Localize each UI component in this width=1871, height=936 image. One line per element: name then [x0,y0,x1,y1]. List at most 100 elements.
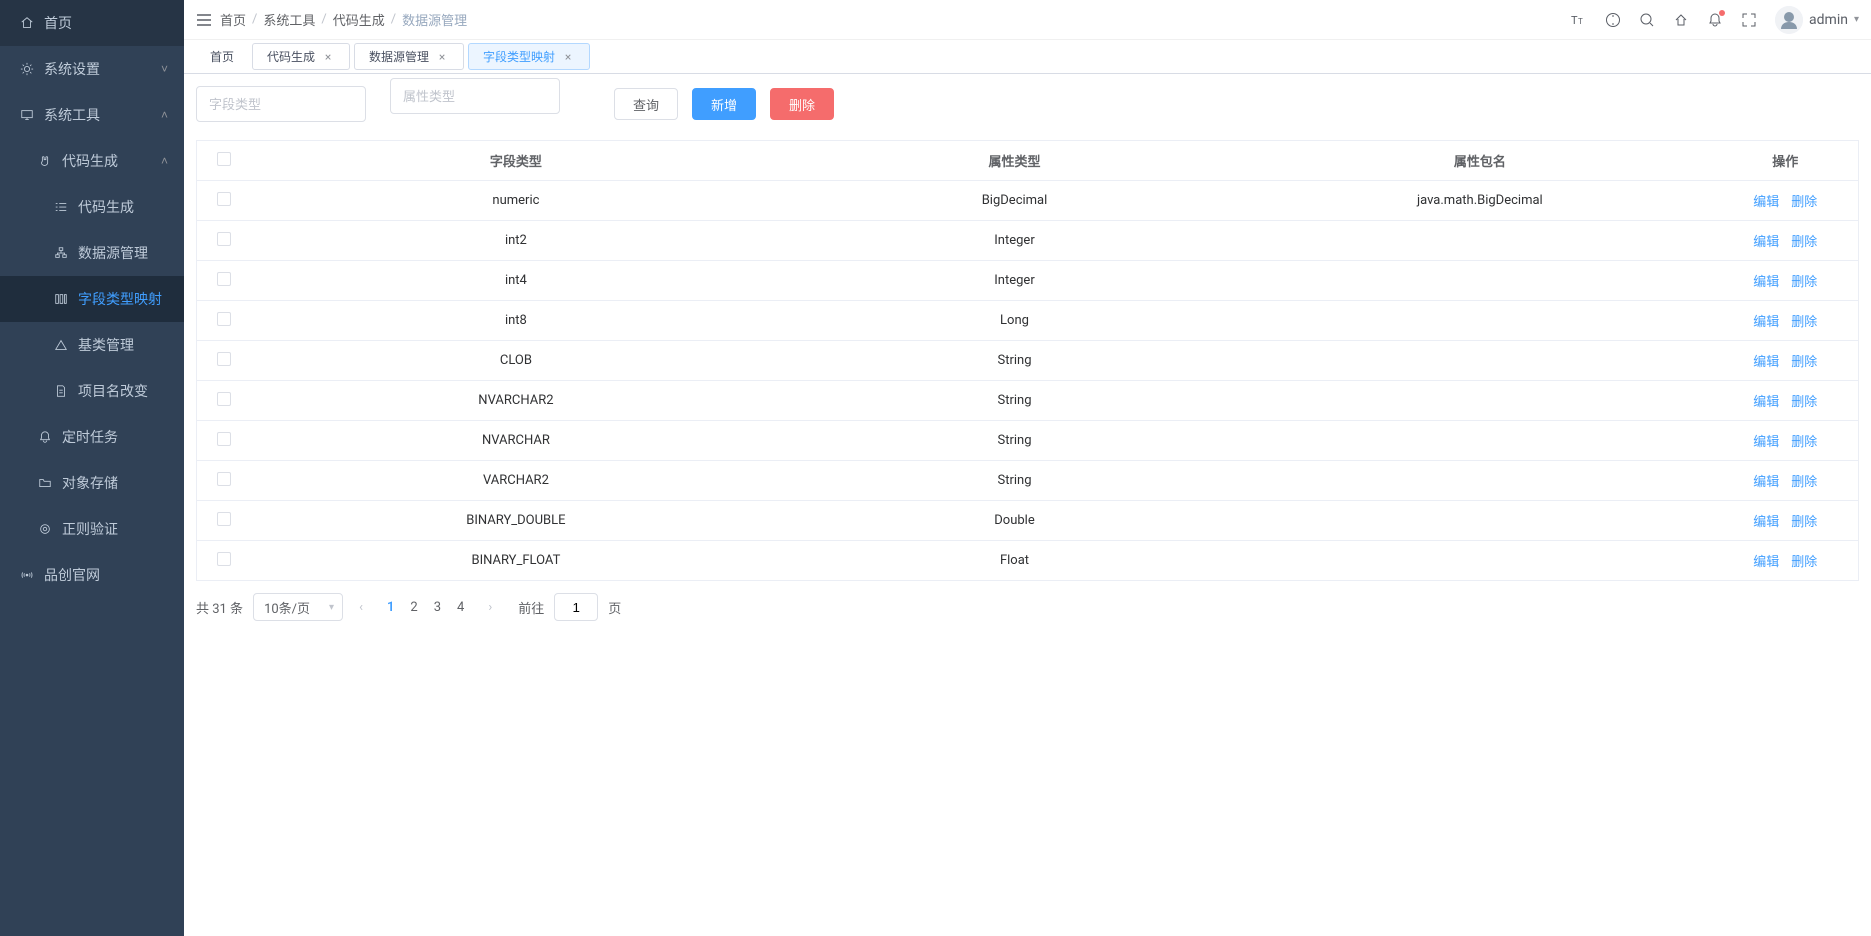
cell-attr: BigDecimal [782,181,1247,221]
row-checkbox[interactable] [217,272,231,286]
chevron-up-icon: ˄ [161,108,168,122]
house-icon[interactable] [1673,12,1689,28]
broadcast-icon [20,568,34,582]
row-checkbox[interactable] [217,312,231,326]
attr-type-input[interactable] [390,78,560,114]
row-checkbox[interactable] [217,192,231,206]
sidebar-item-8[interactable]: 项目名改变 [0,368,184,414]
delete-link[interactable]: 删除 [1791,275,1817,290]
sidebar-item-9[interactable]: 定时任务 [0,414,184,460]
sidebar-item-7[interactable]: 基类管理 [0,322,184,368]
sidebar-item-11[interactable]: 正则验证 [0,506,184,552]
delete-link[interactable]: 删除 [1791,235,1817,250]
sidebar-item-10[interactable]: 对象存储 [0,460,184,506]
sidebar-item-0[interactable]: 首页 [0,0,184,46]
col-action: 操作 [1713,141,1859,181]
delete-link[interactable]: 删除 [1791,395,1817,410]
cell-pkg [1247,541,1712,581]
page-number[interactable]: 3 [426,600,449,615]
prev-page[interactable]: ‹ [353,600,369,615]
sidebar-item-label: 定时任务 [62,427,118,447]
cell-pkg [1247,261,1712,301]
row-checkbox[interactable] [217,352,231,366]
sidebar-item-3[interactable]: 代码生成˄ [0,138,184,184]
page-number[interactable]: 2 [402,600,425,615]
row-checkbox[interactable] [217,392,231,406]
edit-link[interactable]: 编辑 [1753,355,1779,370]
sidebar-item-label: 代码生成 [78,197,134,217]
edit-link[interactable]: 编辑 [1753,555,1779,570]
fullscreen-icon[interactable] [1741,12,1757,28]
edit-link[interactable]: 编辑 [1753,275,1779,290]
breadcrumb-item: 数据源管理 [402,10,467,29]
home-icon [20,16,34,30]
sidebar-item-1[interactable]: 系统设置˅ [0,46,184,92]
table-row: numericBigDecimaljava.math.BigDecimal编辑删… [197,181,1859,221]
row-checkbox[interactable] [217,232,231,246]
delete-link[interactable]: 删除 [1791,435,1817,450]
compass-icon[interactable] [1605,12,1621,28]
page-size-select[interactable]: 10条/页 ▾ [253,593,343,621]
chevron-down-icon: ˅ [161,62,168,76]
text-size-icon[interactable]: TT [1571,12,1587,28]
close-icon[interactable]: × [435,50,449,64]
user-dropdown[interactable]: admin ▾ [1775,6,1859,34]
cell-field: BINARY_DOUBLE [250,501,782,541]
cell-pkg [1247,461,1712,501]
cell-pkg [1247,421,1712,461]
tab-0[interactable]: 首页 [196,43,248,70]
query-button[interactable]: 查询 [614,88,678,120]
sidebar-item-2[interactable]: 系统工具 ˄ [0,92,184,138]
edit-link[interactable]: 编辑 [1753,195,1779,210]
page-number[interactable]: 1 [379,600,402,615]
row-checkbox[interactable] [217,432,231,446]
tab-1[interactable]: 代码生成× [252,43,350,70]
breadcrumb-item[interactable]: 首页 [220,10,246,29]
breadcrumb-item[interactable]: 代码生成 [333,10,385,29]
delete-link[interactable]: 删除 [1791,555,1817,570]
row-checkbox[interactable] [217,512,231,526]
sidebar-item-label: 品创官网 [44,565,100,585]
next-page[interactable]: › [482,600,498,615]
chevron-down-icon: ▾ [1854,14,1859,25]
row-checkbox[interactable] [217,552,231,566]
edit-link[interactable]: 编辑 [1753,475,1779,490]
cell-pkg: java.math.BigDecimal [1247,181,1712,221]
col-attr-type: 属性类型 [782,141,1247,181]
select-all-checkbox[interactable] [217,152,231,166]
sidebar-item-label: 首页 [44,13,72,33]
tab-2[interactable]: 数据源管理× [354,43,464,70]
goto-input[interactable] [554,593,598,621]
cell-field: int8 [250,301,782,341]
row-checkbox[interactable] [217,472,231,486]
close-icon[interactable]: × [561,50,575,64]
sidebar-item-6[interactable]: 字段类型映射 [0,276,184,322]
breadcrumb-item[interactable]: 系统工具 [263,10,315,29]
sidebar-item-5[interactable]: 数据源管理 [0,230,184,276]
cell-field: VARCHAR2 [250,461,782,501]
tab-3[interactable]: 字段类型映射× [468,43,590,70]
delete-link[interactable]: 删除 [1791,475,1817,490]
sidebar-item-4[interactable]: 代码生成 [0,184,184,230]
edit-link[interactable]: 编辑 [1753,315,1779,330]
search-icon[interactable] [1639,12,1655,28]
add-button[interactable]: 新增 [692,88,756,120]
delete-button[interactable]: 删除 [770,88,834,120]
page-number[interactable]: 4 [449,600,472,615]
data-table: 字段类型 属性类型 属性包名 操作 numericBigDecimaljava.… [196,140,1859,581]
close-icon[interactable]: × [321,50,335,64]
bell-icon[interactable] [1707,12,1723,28]
delete-link[interactable]: 删除 [1791,355,1817,370]
field-type-input[interactable] [196,86,366,122]
edit-link[interactable]: 编辑 [1753,395,1779,410]
sidebar-item-label: 系统工具 [44,105,100,125]
delete-link[interactable]: 删除 [1791,515,1817,530]
delete-link[interactable]: 删除 [1791,315,1817,330]
sidebar-item-12[interactable]: 品创官网 [0,552,184,598]
delete-link[interactable]: 删除 [1791,195,1817,210]
edit-link[interactable]: 编辑 [1753,435,1779,450]
cell-field: BINARY_FLOAT [250,541,782,581]
hamburger-icon[interactable] [196,12,212,28]
edit-link[interactable]: 编辑 [1753,235,1779,250]
edit-link[interactable]: 编辑 [1753,515,1779,530]
